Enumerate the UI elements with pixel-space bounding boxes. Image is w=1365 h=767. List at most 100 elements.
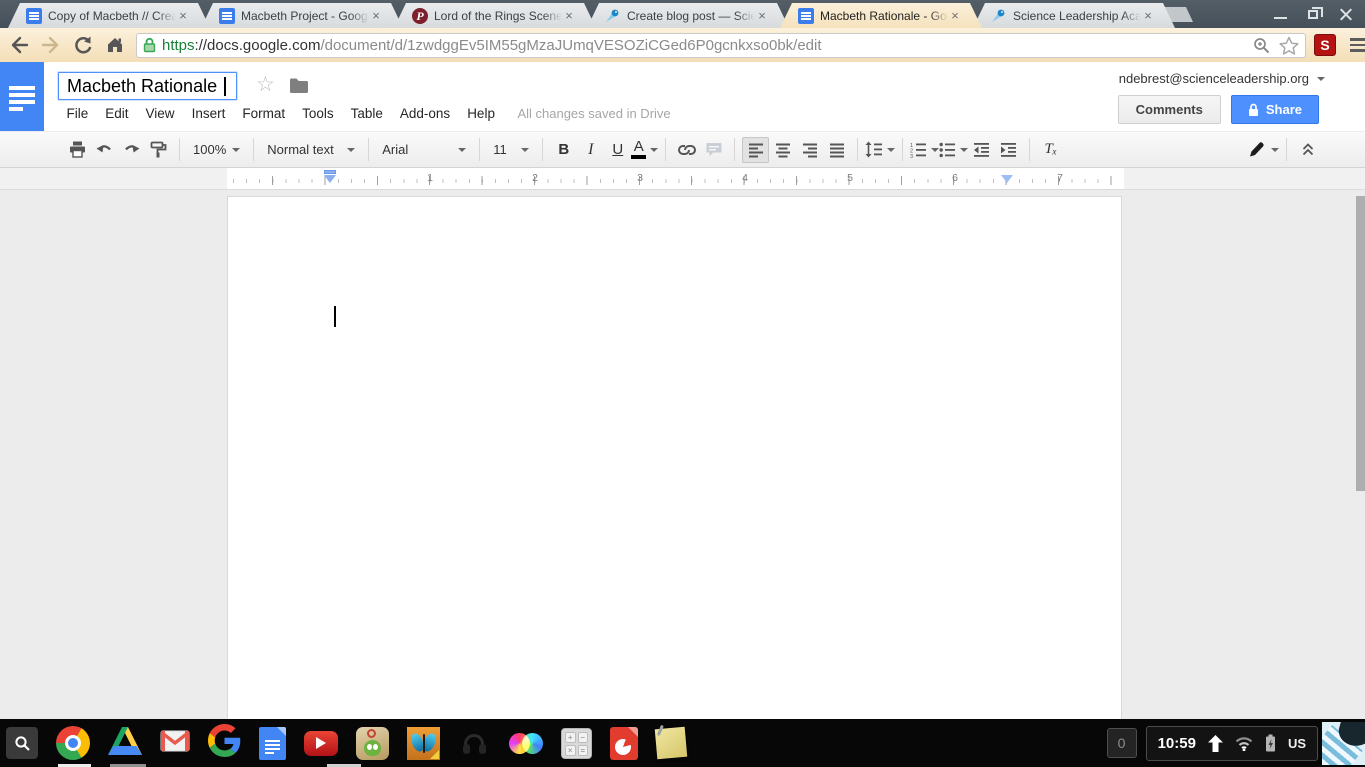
bold-button[interactable]: B — [550, 137, 577, 163]
back-button[interactable] — [6, 32, 32, 58]
butterfly-gallery-app-icon[interactable] — [407, 727, 440, 760]
menu-edit[interactable]: Edit — [97, 102, 137, 125]
text-cursor — [334, 306, 336, 327]
tab-close-icon[interactable]: × — [1141, 9, 1155, 23]
browser-tab-5-active[interactable]: Macbeth Rationale - Goog × — [780, 3, 982, 28]
star-document-icon[interactable]: ☆ — [256, 72, 275, 97]
redo-button[interactable] — [118, 137, 145, 163]
zoom-icon[interactable] — [1252, 36, 1271, 55]
italic-button[interactable]: I — [577, 137, 604, 163]
browser-tab-2[interactable]: Macbeth Project - Google × — [201, 3, 403, 28]
chrome-app-icon[interactable] — [56, 726, 90, 760]
menu-format[interactable]: Format — [234, 102, 294, 125]
gmail-app-icon[interactable] — [160, 730, 190, 757]
browser-tab-3[interactable]: P Lord of the Rings Scene M × — [394, 3, 596, 28]
comments-label: Comments — [1136, 102, 1203, 117]
menu-help[interactable]: Help — [459, 102, 504, 125]
headphones-app-icon[interactable] — [458, 727, 491, 760]
comments-button[interactable]: Comments — [1118, 95, 1221, 124]
address-bar[interactable]: https://docs.google.com/document/d/1zwdg… — [136, 33, 1306, 58]
underline-glyph: U — [612, 141, 623, 158]
docs-app-icon[interactable] — [259, 727, 286, 760]
drive-app-icon[interactable] — [108, 726, 142, 761]
ruler-label: 5 — [844, 172, 856, 184]
menu-file[interactable]: File — [58, 102, 97, 125]
font-size-select[interactable]: 11 — [487, 137, 535, 163]
video-player-app-icon[interactable] — [610, 727, 638, 760]
tab-close-icon[interactable]: × — [755, 9, 769, 23]
home-button[interactable] — [102, 32, 128, 58]
secure-lock-icon — [143, 37, 156, 53]
sticky-notes-app-icon[interactable] — [655, 727, 688, 760]
restore-window-icon[interactable] — [1308, 10, 1318, 19]
tab-close-icon[interactable]: × — [562, 9, 576, 23]
document-page[interactable] — [227, 196, 1122, 719]
collapse-menus-button[interactable] — [1294, 137, 1321, 163]
minimize-icon[interactable] — [1274, 17, 1287, 19]
bulleted-list-button[interactable] — [939, 137, 968, 163]
tab-close-icon[interactable]: × — [369, 9, 383, 23]
separator — [253, 138, 254, 161]
account-avatar[interactable] — [1322, 722, 1365, 765]
move-to-folder-icon[interactable] — [289, 77, 309, 99]
insert-link-button[interactable] — [673, 137, 700, 163]
vertical-scrollbar[interactable] — [1356, 196, 1365, 491]
separator — [665, 138, 666, 161]
first-line-indent-marker[interactable] — [324, 170, 336, 174]
align-justify-button[interactable] — [823, 137, 850, 163]
line-spacing-button[interactable] — [865, 137, 895, 163]
forward-button[interactable] — [38, 32, 64, 58]
decrease-indent-button[interactable] — [968, 137, 995, 163]
print-button[interactable] — [64, 137, 91, 163]
text-color-button[interactable]: A — [631, 137, 658, 163]
clear-formatting-button[interactable]: Tₓ — [1037, 137, 1064, 163]
cut-the-rope-app-icon[interactable] — [356, 727, 389, 760]
browser-tab-1[interactable]: Copy of Macbeth // Creati × — [8, 3, 210, 28]
increase-indent-button[interactable] — [995, 137, 1022, 163]
calculator-app-icon[interactable]: +−×= — [561, 728, 592, 759]
youtube-app-icon[interactable] — [304, 731, 338, 756]
browser-menu-icon[interactable] — [1345, 32, 1365, 58]
paragraph-style-value: Normal text — [267, 142, 333, 157]
close-window-icon[interactable] — [1339, 7, 1353, 21]
undo-button[interactable] — [91, 137, 118, 163]
font-family-select[interactable]: Arial — [376, 137, 472, 163]
account-menu[interactable]: ndebrest@scienceleadership.org — [1119, 71, 1325, 86]
reload-button[interactable] — [70, 32, 96, 58]
notification-counter[interactable]: 0 — [1107, 728, 1137, 758]
right-indent-marker[interactable] — [1001, 175, 1013, 183]
menu-addons[interactable]: Add-ons — [391, 102, 458, 125]
insert-comment-button[interactable] — [700, 137, 727, 163]
browser-tab-6[interactable]: Science Leadership Acade × — [973, 3, 1175, 28]
browser-tab-4[interactable]: Create blog post — Scienc × — [587, 3, 789, 28]
share-button[interactable]: Share — [1231, 95, 1319, 124]
align-left-button[interactable] — [742, 137, 769, 163]
google-docs-logo[interactable] — [0, 62, 44, 131]
left-indent-marker[interactable] — [324, 175, 336, 183]
system-tray[interactable]: 10:59 US — [1146, 726, 1318, 761]
tab-close-icon[interactable]: × — [948, 9, 962, 23]
separator — [1029, 138, 1030, 161]
tab-close-icon[interactable]: × — [176, 9, 190, 23]
bookmark-star-icon[interactable] — [1279, 36, 1299, 55]
align-right-button[interactable] — [796, 137, 823, 163]
doc-title-input[interactable]: Macbeth Rationale — [58, 72, 237, 100]
menu-view[interactable]: View — [137, 102, 183, 125]
paragraph-style-select[interactable]: Normal text — [261, 137, 361, 163]
edit-mode-pencil-button[interactable] — [1247, 137, 1279, 163]
app-launcher-button[interactable] — [6, 727, 38, 759]
paint-format-button[interactable] — [145, 137, 172, 163]
menu-table[interactable]: Table — [342, 102, 391, 125]
zoom-select[interactable]: 100% — [187, 137, 246, 163]
menu-insert[interactable]: Insert — [183, 102, 234, 125]
numbered-list-button[interactable]: 123 — [910, 137, 939, 163]
align-center-button[interactable] — [769, 137, 796, 163]
extension-s-button[interactable]: S — [1314, 34, 1336, 56]
browser-tab-strip: Copy of Macbeth // Creati × Macbeth Proj… — [0, 0, 1365, 28]
save-status-text: All changes saved in Drive — [517, 106, 670, 121]
color-wheel-app-icon[interactable] — [509, 727, 543, 760]
menu-tools[interactable]: Tools — [294, 102, 343, 125]
chevron-down-icon — [232, 148, 240, 152]
google-search-app-icon[interactable] — [208, 724, 241, 762]
underline-button[interactable]: U — [604, 137, 631, 163]
